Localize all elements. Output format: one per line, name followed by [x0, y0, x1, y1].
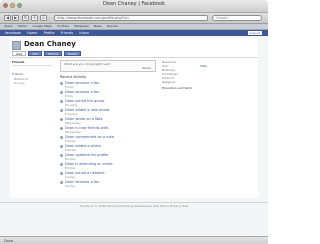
nav-inbox[interactable]: Inbox	[79, 31, 89, 35]
list-item: Dean is attending an event. Monday	[60, 162, 158, 171]
forward-icon[interactable]: ▶	[12, 15, 19, 21]
story-icon	[60, 163, 63, 166]
story-meta: Thursday	[65, 103, 78, 107]
list-item: Dean updated his profile. Monday	[60, 153, 158, 162]
activity-feed: Dean became a fan. Friday Dean became a f…	[60, 81, 158, 189]
tab-boxes[interactable]: Boxes	[64, 51, 81, 56]
list-item: Dean commented on a note. Tuesday	[60, 135, 158, 144]
left-link-groups[interactable]: Groups	[14, 81, 52, 85]
info-section-header: Education and Work	[162, 86, 193, 90]
story-meta: Sunday	[65, 175, 76, 179]
search-field[interactable]: Google	[212, 15, 262, 21]
list-item: Dean joined a network. Sunday	[60, 171, 158, 180]
list-item: Dean became a fan. Friday	[60, 81, 158, 90]
bookmark-item[interactable]: Apple	[4, 24, 13, 28]
story-meta: Friday	[65, 85, 74, 89]
reload-icon[interactable]: ↻	[22, 15, 29, 21]
nav-profile[interactable]: Profile	[44, 31, 55, 35]
browser-window: Dean Chaney | Facebook ◀ ▶ ↻ + ⌂ http://…	[0, 0, 268, 244]
share-button[interactable]: Share	[142, 66, 151, 70]
tab-info[interactable]: Info	[28, 51, 42, 56]
info-row: Religious:	[162, 80, 256, 84]
story-meta: Tuesday	[65, 148, 76, 152]
site-navigation: facebook Home Profile Friends Inbox Logo…	[0, 30, 268, 36]
window-title: Dean Chaney | Facebook	[102, 1, 166, 7]
composer-placeholder: What are you doing right now?	[64, 62, 111, 66]
bookmark-item[interactable]: News	[94, 24, 102, 28]
list-item: Dean became a fan. Sunday	[60, 180, 158, 189]
list-item: Dean is now friends with. Wednesday	[60, 126, 158, 135]
bookmark-item[interactable]: Yahoo!	[18, 24, 28, 28]
left-link-friends[interactable]: Friends	[12, 72, 52, 76]
story-icon	[60, 127, 63, 130]
logout-button[interactable]: Logout	[247, 31, 262, 35]
wall-column: What are you doing right now? Share Rece…	[54, 60, 160, 196]
bookmark-item[interactable]: YouTube	[57, 24, 69, 28]
story-icon	[60, 118, 63, 121]
browser-toolbar: ◀ ▶ ↻ + ⌂ http://www.facebook.com/profil…	[0, 13, 268, 24]
url-field[interactable]: http://www.facebook.com/profile.php?id=	[54, 15, 208, 21]
home-icon[interactable]: ⌂	[40, 15, 47, 21]
list-item: Dean wrote on a Wall. Wednesday	[60, 117, 158, 126]
nav-home[interactable]: Home	[27, 31, 37, 35]
profile-header: Dean Chaney Wall Info Photos Boxes	[10, 38, 258, 57]
story-meta: Thursday	[65, 112, 78, 116]
story-icon	[60, 82, 63, 85]
profile-content: Friends Friends Networks Groups What are…	[10, 57, 258, 198]
story-icon	[60, 100, 63, 103]
list-item: Dean joined the group. Thursday	[60, 99, 158, 108]
status-composer[interactable]: What are you doing right now? Share	[60, 60, 156, 72]
back-icon[interactable]: ◀	[4, 15, 11, 21]
story-meta: Monday	[65, 166, 76, 170]
story-meta: Tuesday	[65, 139, 76, 143]
story-meta: Monday	[65, 157, 76, 161]
story-meta: Friday	[65, 94, 74, 98]
status-bar: Done	[0, 236, 268, 244]
profile-name: Dean Chaney	[24, 40, 76, 48]
info-column: Networks: Sex: Male Birthday: Hometown: P…	[162, 60, 256, 92]
list-item: Dean became a fan. Friday	[60, 90, 158, 99]
story-icon	[60, 136, 63, 139]
profile-tabs: Wall Info Photos Boxes	[12, 51, 81, 56]
nav-friends[interactable]: Friends	[61, 31, 74, 35]
info-label: Religious:	[162, 80, 177, 84]
bookmark-item[interactable]: Google Maps	[33, 24, 52, 28]
title-bar: Dean Chaney | Facebook	[0, 0, 268, 13]
left-column-header: Friends	[12, 60, 52, 66]
avatar[interactable]	[12, 41, 21, 50]
story-icon	[60, 109, 63, 112]
story-icon	[60, 181, 63, 184]
story-meta: Sunday	[65, 184, 76, 188]
tab-wall[interactable]: Wall	[12, 51, 27, 56]
bookmark-item[interactable]: Popular	[107, 24, 118, 28]
story-icon	[60, 172, 63, 175]
story-meta: Wednesday	[65, 130, 81, 134]
page-footer: Facebook © 2008 About Advertising Develo…	[0, 202, 268, 209]
tab-photos[interactable]: Photos	[43, 51, 63, 56]
left-column: Friends Friends Networks Groups	[12, 60, 52, 85]
list-item: Dean added a new photo. Thursday	[60, 108, 158, 117]
add-bookmark-icon[interactable]: +	[31, 15, 38, 21]
site-logo[interactable]: facebook	[5, 31, 21, 35]
bookmark-item[interactable]: Wikipedia	[74, 24, 89, 28]
story-icon	[60, 154, 63, 157]
list-item: Dean added a photo. Tuesday	[60, 144, 158, 153]
story-icon	[60, 91, 63, 94]
feed-title: Recent Activity	[60, 75, 87, 79]
story-icon	[60, 145, 63, 148]
story-meta: Wednesday	[65, 121, 81, 125]
